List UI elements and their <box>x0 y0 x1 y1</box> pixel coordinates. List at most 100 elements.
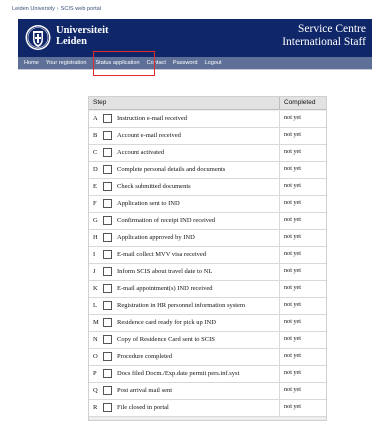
step-letter: F <box>93 200 97 207</box>
column-divider <box>279 162 280 179</box>
column-divider <box>279 97 280 110</box>
step-status: not yet <box>284 352 302 359</box>
column-divider <box>279 349 280 366</box>
step-checkbox[interactable] <box>103 301 112 310</box>
table-row: L Registration in HR personnel informatio… <box>89 298 326 315</box>
column-divider <box>279 128 280 145</box>
step-label: Application approved by IND <box>117 234 195 241</box>
column-divider <box>279 366 280 383</box>
step-checkbox[interactable] <box>103 284 112 293</box>
column-divider <box>279 230 280 247</box>
step-checkbox[interactable] <box>103 267 112 276</box>
step-checkbox[interactable] <box>103 165 112 174</box>
step-status: not yet <box>284 318 302 325</box>
column-divider <box>279 383 280 400</box>
table-row: K E-mail appointment(s) IND received not y… <box>89 281 326 298</box>
step-label: File closed in portal <box>117 404 169 411</box>
step-label: Copy of Residence Card sent to SCIS <box>117 336 215 343</box>
university-name-line1: Universiteit <box>56 25 109 36</box>
table-row: H Application approved by IND not yet <box>89 230 326 247</box>
table-row: P Docs filed Docm./Exp.date permit pers.i… <box>89 366 326 383</box>
step-checkbox[interactable] <box>103 114 112 123</box>
breadcrumb-separator: › <box>56 6 59 12</box>
step-letter: D <box>93 166 98 173</box>
step-checkbox[interactable] <box>103 182 112 191</box>
step-status: not yet <box>284 267 302 274</box>
table-row: I E-mail collect MVV visa received not yet <box>89 247 326 264</box>
table-row: R File closed in portal not yet <box>89 400 326 417</box>
nav-item-home[interactable]: Home <box>24 60 39 66</box>
column-divider <box>279 111 280 128</box>
breadcrumb-link-root[interactable]: Leiden University <box>12 6 55 12</box>
step-status: not yet <box>284 216 302 223</box>
table-row: M Residence card ready for pick up IND not… <box>89 315 326 332</box>
step-checkbox[interactable] <box>103 199 112 208</box>
step-label: Account activated <box>117 149 165 156</box>
university-seal-logo[interactable] <box>25 22 51 53</box>
nav-item-logout[interactable]: Logout <box>204 60 221 66</box>
column-divider <box>279 179 280 196</box>
column-divider <box>279 247 280 264</box>
nav-item-contact[interactable]: Contact <box>147 60 166 66</box>
step-checkbox[interactable] <box>103 318 112 327</box>
step-label: Application sent to IND <box>117 200 180 207</box>
step-status: not yet <box>284 335 302 342</box>
step-label: Instruction e-mail received <box>117 115 188 122</box>
step-letter: J <box>93 268 96 275</box>
step-checkbox[interactable] <box>103 352 112 361</box>
step-letter: I <box>93 251 96 258</box>
step-label: Procedure completed <box>117 353 173 360</box>
step-checkbox[interactable] <box>103 233 112 242</box>
step-letter: R <box>93 404 98 411</box>
step-status: not yet <box>284 114 302 121</box>
step-letter: E <box>93 183 97 190</box>
step-checkbox[interactable] <box>103 250 112 259</box>
breadcrumb-current: SCIS web portal <box>60 6 102 12</box>
column-header-step: Step <box>93 99 107 106</box>
step-status: not yet <box>284 403 302 410</box>
nav-item-password[interactable]: Password <box>173 60 198 66</box>
step-checkbox[interactable] <box>103 216 112 225</box>
step-checkbox[interactable] <box>103 148 112 157</box>
step-checkbox[interactable] <box>103 369 112 378</box>
step-letter: Q <box>93 387 98 394</box>
nav-item-your-registration[interactable]: Your registration <box>46 60 87 66</box>
table-row: N Copy of Residence Card sent to SCIS not … <box>89 332 326 349</box>
site-header: Universiteit Leiden Service Centre Inter… <box>18 19 372 57</box>
status-table: Step Completed A Instruction e-mail recei… <box>88 96 327 421</box>
step-checkbox[interactable] <box>103 335 112 344</box>
column-divider <box>279 400 280 417</box>
university-name-line2: Leiden <box>56 36 87 47</box>
page: Leiden University › SCIS web portal Univer… <box>0 0 390 427</box>
step-label: Registration in HR personnel information… <box>117 302 245 309</box>
step-letter: H <box>93 234 98 241</box>
service-title-line2: International Staff <box>282 36 366 48</box>
table-row: D Complete personal details and documents… <box>89 162 326 179</box>
step-checkbox[interactable] <box>103 386 112 395</box>
column-divider <box>279 213 280 230</box>
step-checkbox[interactable] <box>103 131 112 140</box>
main-nav: Home Your registration Status applicatio… <box>18 57 372 69</box>
step-status: not yet <box>284 301 302 308</box>
step-letter: B <box>93 132 98 139</box>
step-status: not yet <box>284 182 302 189</box>
table-row: G Confirmation of receipt IND received not… <box>89 213 326 230</box>
table-body: A Instruction e-mail received not yet B Acco… <box>89 111 326 417</box>
step-letter: N <box>93 336 98 343</box>
service-centre-title: Service Centre International Staff <box>282 23 366 49</box>
step-letter: O <box>93 353 98 360</box>
step-label: Docs filed Docm./Exp.date permit pers.in… <box>117 370 240 377</box>
column-divider <box>279 196 280 213</box>
step-status: not yet <box>284 233 302 240</box>
step-label: E-mail appointment(s) IND received <box>117 285 213 292</box>
breadcrumb: Leiden University › SCIS web portal <box>12 2 101 16</box>
column-divider <box>279 281 280 298</box>
step-label: E-mail collect MVV visa received <box>117 251 207 258</box>
step-status: not yet <box>284 250 302 257</box>
step-checkbox[interactable] <box>103 403 112 412</box>
step-letter: C <box>93 149 98 156</box>
table-row: F Application sent to IND not yet <box>89 196 326 213</box>
step-label: Account e-mail received <box>117 132 181 139</box>
step-label: Inform SCIS about travel date to NL <box>117 268 213 275</box>
nav-item-status-application[interactable]: Status application <box>95 60 139 66</box>
